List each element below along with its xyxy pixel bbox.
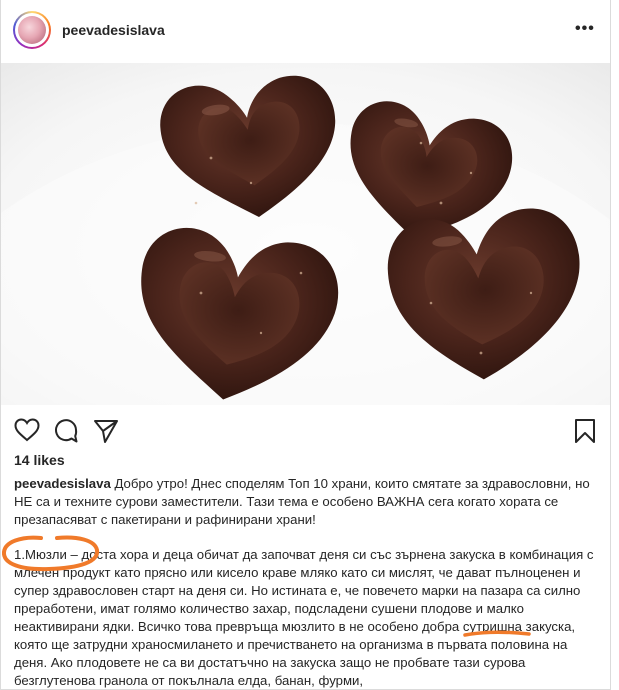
caption-username[interactable]: peevadesislava [14,476,111,491]
comment-icon[interactable] [53,418,79,449]
post-caption: peevadesislava Добро утро! Днес споделям… [14,475,602,689]
post-header: peevadesislava ••• [1,0,610,62]
post-actions [1,418,610,446]
share-icon[interactable] [93,418,119,449]
caption-intro: peevadesislava Добро утро! Днес споделям… [14,475,602,529]
avatar[interactable] [13,11,51,49]
chocolate-hearts-photo [1,63,610,405]
post-image[interactable] [1,63,610,405]
more-options-icon[interactable]: ••• [575,21,595,37]
post-username[interactable]: peevadesislava [62,22,165,38]
bookmark-icon[interactable] [573,418,597,449]
avatar-ring [15,13,49,47]
likes-count[interactable]: 14 likes [14,452,65,468]
heart-icon[interactable] [14,418,40,447]
caption-paragraph-1: 1.Мюзли – доста хора и деца обичат да за… [14,547,594,688]
avatar-photo [18,16,46,44]
instagram-post: peevadesislava ••• 14 likes peevadesisla… [0,0,611,690]
